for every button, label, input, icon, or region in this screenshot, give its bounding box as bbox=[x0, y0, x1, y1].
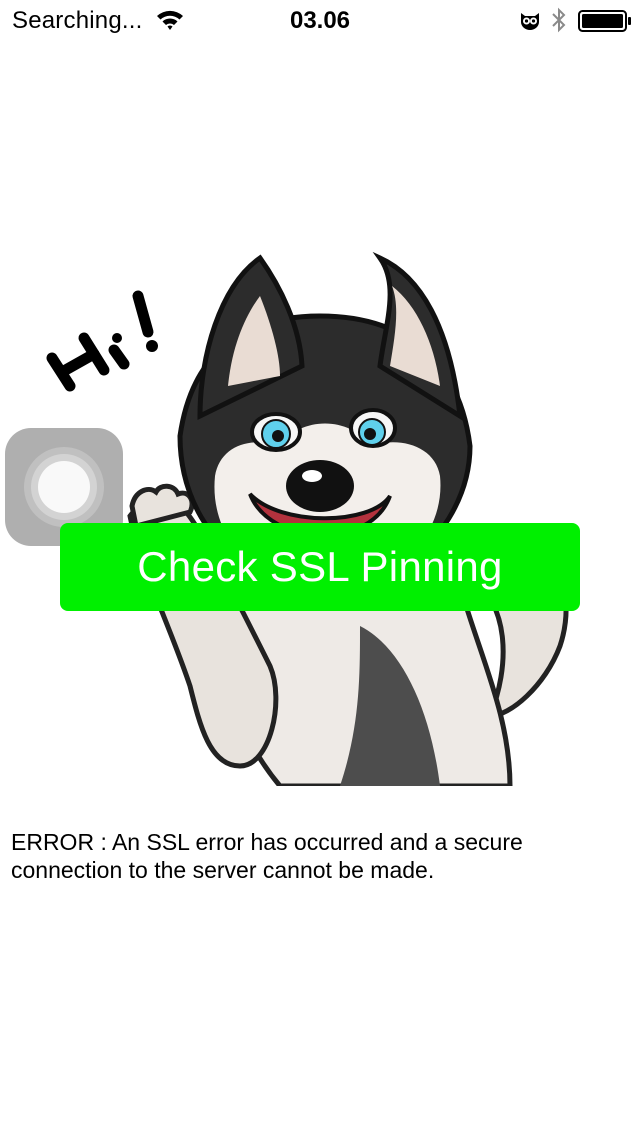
battery-icon bbox=[578, 10, 631, 32]
status-bar: Searching... 03.06 bbox=[0, 0, 640, 40]
bluetooth-icon bbox=[552, 7, 566, 33]
hi-text bbox=[46, 290, 154, 392]
owl-icon bbox=[521, 13, 539, 30]
check-ssl-pinning-button[interactable]: Check SSL Pinning bbox=[60, 523, 580, 611]
husky-illustration bbox=[46, 251, 569, 786]
assistive-touch-center bbox=[38, 461, 90, 513]
status-time: 03.06 bbox=[289, 7, 351, 34]
error-message: ERROR : An SSL error has occurred and a … bbox=[11, 829, 523, 883]
